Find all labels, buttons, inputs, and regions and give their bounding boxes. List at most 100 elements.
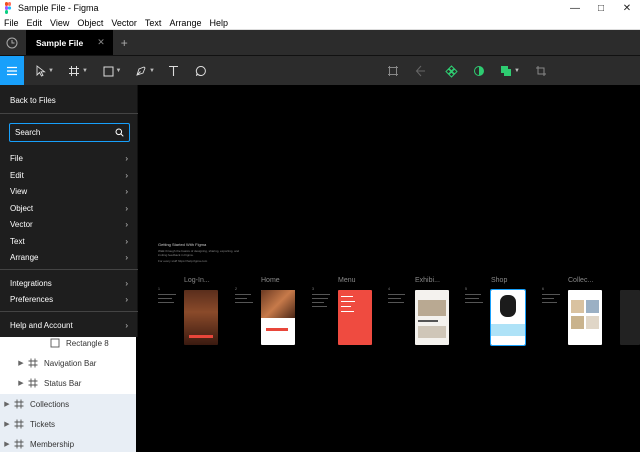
layer-label: Tickets bbox=[30, 419, 56, 429]
frame-label-home[interactable]: Home bbox=[261, 277, 280, 284]
menu-object[interactable]: Object bbox=[73, 18, 107, 28]
step-number: 1 bbox=[158, 287, 160, 291]
maximize-icon[interactable]: □ bbox=[588, 0, 614, 16]
intro-title: Getting Started With Figma bbox=[158, 242, 207, 247]
menu-item-view[interactable]: View › bbox=[0, 183, 138, 199]
menu-arrange[interactable]: Arrange bbox=[165, 18, 205, 28]
frame-tool[interactable]: ▼ bbox=[66, 56, 90, 86]
frame-label-login[interactable]: Log-In... bbox=[184, 277, 210, 284]
pen-tool[interactable]: ▼ bbox=[133, 56, 157, 86]
back-to-files[interactable]: Back to Files bbox=[0, 92, 138, 108]
frame-login[interactable] bbox=[184, 290, 218, 345]
shape-tool[interactable]: ▼ bbox=[100, 56, 124, 86]
frame-label-menu[interactable]: Menu bbox=[338, 277, 356, 284]
frame-partial[interactable] bbox=[620, 290, 640, 345]
annotation-lines bbox=[235, 294, 255, 306]
chevron-right-icon: › bbox=[125, 278, 128, 288]
text-tool[interactable] bbox=[165, 56, 181, 86]
frame-shop[interactable] bbox=[490, 289, 526, 346]
menu-view[interactable]: View bbox=[46, 18, 73, 28]
component-tool[interactable] bbox=[442, 56, 460, 86]
menu-file[interactable]: File bbox=[0, 18, 23, 28]
menu-item-help-account[interactable]: Help and Account › bbox=[0, 317, 138, 333]
expand-chevron-icon[interactable]: ▶ bbox=[2, 420, 12, 428]
tab-sample-file[interactable]: Sample File ✕ bbox=[26, 30, 113, 55]
menu-item-integrations[interactable]: Integrations › bbox=[0, 275, 138, 291]
component-icon bbox=[444, 64, 458, 78]
layer-membership[interactable]: ▶ Membership bbox=[0, 434, 136, 452]
menu-item-arrange[interactable]: Arrange › bbox=[0, 249, 138, 265]
expand-chevron-icon[interactable]: ▶ bbox=[16, 379, 26, 387]
frame-collections[interactable] bbox=[568, 290, 602, 345]
layer-label: Status Bar bbox=[44, 378, 82, 388]
frame-label-collections[interactable]: Collec... bbox=[568, 277, 593, 284]
reset-icon bbox=[415, 65, 425, 77]
expand-chevron-icon[interactable]: ▶ bbox=[2, 400, 12, 408]
menu-item-preferences[interactable]: Preferences › bbox=[0, 291, 138, 307]
frame-icon bbox=[69, 66, 80, 76]
window-titlebar: Sample File - Figma — □ ✕ bbox=[0, 0, 640, 16]
menu-item-label: Text bbox=[10, 236, 25, 246]
menu-search[interactable] bbox=[9, 123, 130, 142]
annotation-lines bbox=[312, 294, 332, 310]
chevron-right-icon: › bbox=[125, 320, 128, 330]
menu-item-label: File bbox=[10, 153, 23, 163]
menu-divider bbox=[0, 269, 138, 270]
boolean-tool[interactable]: ▼ bbox=[499, 56, 521, 86]
layer-collections[interactable]: ▶ Collections bbox=[0, 394, 136, 414]
annotation-lines bbox=[542, 294, 562, 306]
window-title: Sample File - Figma bbox=[18, 3, 99, 13]
close-icon[interactable]: ✕ bbox=[614, 0, 640, 16]
layer-tickets[interactable]: ▶ Tickets bbox=[0, 414, 136, 434]
menu-item-vector[interactable]: Vector › bbox=[0, 216, 138, 232]
frame-label-exhibitions[interactable]: Exhibi... bbox=[415, 277, 440, 284]
frame-menu[interactable] bbox=[338, 290, 372, 345]
menu-search-input[interactable] bbox=[15, 128, 115, 137]
chevron-right-icon: › bbox=[125, 219, 128, 229]
crop-frame-tool[interactable] bbox=[385, 56, 401, 86]
menu-help[interactable]: Help bbox=[205, 18, 232, 28]
menu-item-object[interactable]: Object › bbox=[0, 200, 138, 216]
crop-tool[interactable] bbox=[533, 56, 549, 86]
layer-status-bar[interactable]: ▶ Status Bar bbox=[0, 373, 136, 393]
crop-icon bbox=[536, 66, 546, 76]
toolbar: ▼ ▼ ▼ ▼ ▼ bbox=[0, 55, 640, 86]
new-tab-icon[interactable]: + bbox=[121, 36, 128, 50]
menu-item-edit[interactable]: Edit › bbox=[0, 167, 138, 183]
move-tool[interactable]: ▼ bbox=[34, 56, 56, 86]
menu-vector[interactable]: Vector bbox=[107, 18, 141, 28]
recent-files-icon[interactable] bbox=[0, 30, 24, 55]
search-icon bbox=[115, 128, 124, 137]
rectangle-icon bbox=[103, 66, 114, 76]
frame-home[interactable] bbox=[261, 290, 295, 345]
reset-tool[interactable] bbox=[413, 56, 429, 86]
tab-label: Sample File bbox=[36, 37, 84, 48]
minimize-icon[interactable]: — bbox=[562, 0, 588, 16]
comment-icon bbox=[195, 65, 206, 77]
comment-tool[interactable] bbox=[193, 56, 209, 86]
text-icon bbox=[168, 65, 178, 76]
menubar: File Edit View Object Vector Text Arrang… bbox=[0, 16, 640, 30]
mask-icon bbox=[474, 66, 484, 76]
menu-item-label: Integrations bbox=[10, 278, 52, 288]
menu-text[interactable]: Text bbox=[141, 18, 166, 28]
frame-layer-icon bbox=[12, 419, 26, 429]
mask-tool[interactable] bbox=[471, 56, 487, 86]
cursor-icon bbox=[36, 65, 46, 77]
chevron-right-icon: › bbox=[125, 186, 128, 196]
menu-item-label: Help and Account bbox=[10, 320, 73, 330]
frame-exhibitions[interactable] bbox=[415, 290, 449, 345]
menu-edit[interactable]: Edit bbox=[23, 18, 47, 28]
menu-item-text[interactable]: Text › bbox=[0, 233, 138, 249]
chevron-right-icon: › bbox=[125, 203, 128, 213]
frame-label-shop[interactable]: Shop bbox=[491, 277, 507, 284]
main-menu-button[interactable] bbox=[0, 56, 24, 86]
tab-close-icon[interactable]: ✕ bbox=[97, 37, 105, 48]
layer-navigation-bar[interactable]: ▶ Navigation Bar bbox=[0, 353, 136, 373]
expand-chevron-icon[interactable]: ▶ bbox=[16, 359, 26, 367]
menu-item-file[interactable]: File › bbox=[0, 150, 138, 166]
menu-item-label: Preferences bbox=[10, 294, 54, 304]
menu-divider bbox=[0, 113, 138, 114]
expand-chevron-icon[interactable]: ▶ bbox=[2, 440, 12, 448]
step-number: 6 bbox=[542, 287, 544, 291]
